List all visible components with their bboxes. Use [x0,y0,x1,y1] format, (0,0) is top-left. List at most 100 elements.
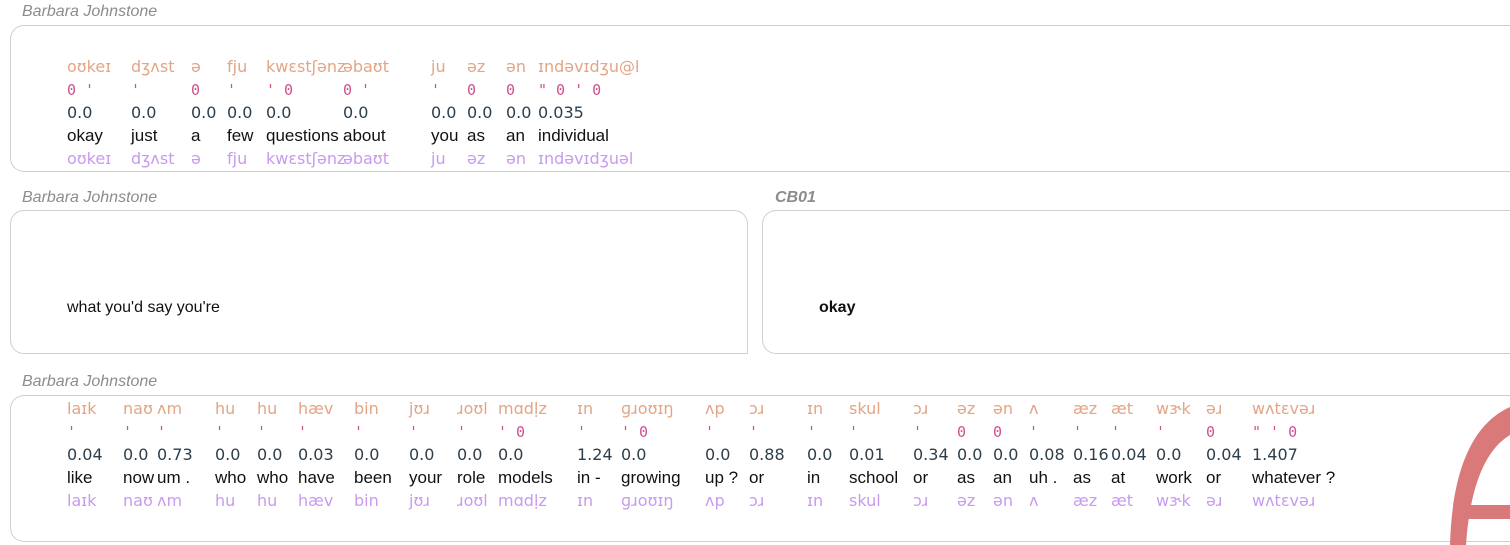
word-token[interactable]: who [257,467,288,489]
duration-value: 0.0 [191,103,217,122]
ipa-alt-token: ɪndəvɪdʒuəl [538,149,634,168]
utterance-box[interactable]: oʊkeɪ dʒʌst ə fju kwɛstʃənz əbaʊt ju əz ən ɪndəvɪ… [10,25,1510,172]
duration-value: 0.0 [266,103,292,122]
word-token[interactable]: few [227,125,253,147]
word-token[interactable]: as [957,467,975,489]
ipa-token: ʌm [157,399,183,418]
ipa-alt-token: ɪn [807,491,824,510]
token-grid: oʊkeɪ dʒʌst ə fju kwɛstʃənz əbaʊt ju əz ən ɪndəvɪ… [11,26,1510,171]
word-token[interactable]: or [913,467,928,489]
ipa-row: laɪk naʊ ʌm hu hu hæv bin jʊɹ ɹoʊl mɑdḷz ɪn ɡɹoʊɪŋ ʌ… [11,398,1510,420]
stress-mark: 0 ' [67,81,95,99]
utterance-box[interactable]: laɪk naʊ ʌm hu hu hæv bin jʊɹ ɹoʊl mɑdḷz ɪn ɡɹoʊɪŋ ʌ… [10,395,1510,542]
ipa-alt-token: əɹ [1206,491,1223,510]
ipa-alt-token: bin [354,491,379,510]
word-token[interactable]: in [807,467,820,489]
word-token[interactable]: as [1073,467,1091,489]
stress-mark: ' [227,81,237,99]
duration-value: 0.0 [1156,445,1182,464]
ipa-token: əz [467,57,486,76]
word-token[interactable]: growing [621,467,681,489]
utterance-box[interactable]: what you'd say you're [10,210,748,354]
ipa-alt-token: ə [191,149,201,168]
stress-mark: 0 [506,81,516,99]
ipa-token: hu [215,399,236,418]
ipa-alt-token: jʊɹ [409,491,430,510]
word-token[interactable]: as [467,125,485,147]
duration-value: 0.0 [227,103,253,122]
speaker-label: CB01 [775,189,816,206]
duration-value: 0.035 [538,103,584,122]
ipa-token: əɹ [1206,399,1223,418]
ipa-alt-token: hu [215,491,236,510]
ipa-alt-token: ʌm [157,491,183,510]
word-token[interactable]: or [749,467,764,489]
token-grid: laɪk naʊ ʌm hu hu hæv bin jʊɹ ɹoʊl mɑdḷz ɪn ɡɹoʊɪŋ ʌ… [11,396,1510,541]
ipa-token: æt [1111,399,1133,418]
duration-value: 0.03 [298,445,334,464]
ipa-token: ə [191,57,201,76]
ipa-alt-token: ɪn [577,491,594,510]
ipa-alt-token: kwɛstʃənz [266,149,346,168]
word-token[interactable]: whatever ? [1252,467,1335,489]
ipa-alt-token: ju [431,149,446,168]
stress-mark: ' [354,423,364,441]
word-token[interactable]: who [215,467,246,489]
word-token[interactable]: now [123,467,154,489]
ipa-alt-token: ʌp [705,491,725,510]
ipa-alt-token: mɑdḷz [498,491,547,510]
word-token[interactable]: you [431,125,458,147]
stress-mark: ' 0 [498,423,526,441]
stress-mark: 0 [467,81,477,99]
word-token[interactable]: school [849,467,898,489]
word-token[interactable]: work [1156,467,1192,489]
word-token[interactable]: an [506,125,525,147]
utterance-box[interactable]: okay [762,210,1510,354]
word-token[interactable]: role [457,467,485,489]
duration-value: 0.0 [957,445,983,464]
word-token[interactable]: or [1206,467,1221,489]
stress-mark: ' [257,423,267,441]
word-token[interactable]: like [67,467,93,489]
ipa-alt-token: əbaʊt [343,149,389,168]
word-token[interactable]: uh . [1029,467,1057,489]
duration-value: 0.0 [506,103,532,122]
stress-mark: ' [215,423,225,441]
ipa-token: ʌp [705,399,725,418]
duration-value: 0.0 [354,445,380,464]
numbers-row: 0.0 0.0 0.0 0.0 0.0 0.0 0.0 0.0 0.0 0.035 [11,102,1510,124]
word-token[interactable]: individual [538,125,609,147]
ipa-token: kwɛstʃənz [266,57,346,76]
stress-mark: 0 [957,423,967,441]
stress-mark: " 0 ' 0 [538,81,602,99]
ipa-alt-token: hu [257,491,278,510]
word-token[interactable]: at [1111,467,1125,489]
word-token[interactable]: okay [67,125,103,147]
stress-mark: ' [131,81,141,99]
duration-value: 0.04 [1111,445,1147,464]
utterance-text: okay [819,299,856,316]
word-token[interactable]: in - [577,467,601,489]
word-token[interactable]: um . [157,467,190,489]
word-token[interactable]: just [131,125,157,147]
word-token[interactable]: an [993,467,1012,489]
duration-value: 1.24 [577,445,613,464]
ipa-alt-token: fju [227,149,248,168]
word-token[interactable]: models [498,467,553,489]
numbers-row: 0.04 0.0 0.73 0.0 0.0 0.03 0.0 0.0 0.0 0.0 1.24 0.0… [11,444,1510,466]
word-token[interactable]: a [191,125,200,147]
stress-row: 0 ' ' 0 ' ' 0 0 ' ' 0 0 " 0 ' 0 [11,79,1510,101]
stress-mark: ' [1156,423,1166,441]
ipa-token: ən [506,57,526,76]
word-token[interactable]: your [409,467,442,489]
ipa-token: əz [957,399,976,418]
word-token[interactable]: been [354,467,392,489]
word-token[interactable]: up ? [705,467,738,489]
duration-value: 0.04 [1206,445,1242,464]
duration-value: 0.08 [1029,445,1065,464]
words-row: okay just a few questions about you as an individ… [11,125,1510,147]
word-token[interactable]: have [298,467,335,489]
word-token[interactable]: questions [266,125,339,147]
word-token[interactable]: about [343,125,386,147]
stress-mark: ' [749,423,759,441]
